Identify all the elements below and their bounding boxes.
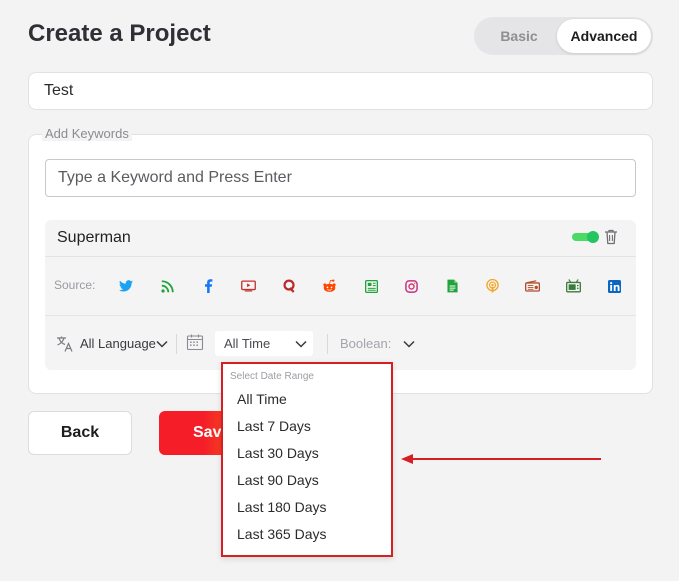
- time-range-value[interactable]: All Time: [224, 336, 270, 351]
- chevron-down-icon[interactable]: [295, 340, 307, 348]
- date-range-option[interactable]: Last 365 Days: [237, 526, 327, 542]
- tv-icon[interactable]: [565, 278, 581, 294]
- date-range-option[interactable]: Last 7 Days: [237, 418, 311, 434]
- mode-toggle[interactable]: Basic Advanced: [474, 17, 653, 55]
- chevron-down-icon[interactable]: [403, 340, 415, 348]
- podcast-icon[interactable]: [484, 278, 500, 294]
- keywords-legend: Add Keywords: [42, 126, 132, 141]
- keyword-name: Superman: [57, 229, 131, 246]
- rss-icon[interactable]: [159, 278, 175, 294]
- back-button[interactable]: Back: [28, 411, 132, 455]
- reddit-icon[interactable]: [321, 278, 337, 294]
- page-title: Create a Project: [28, 20, 211, 47]
- date-range-option[interactable]: All Time: [237, 391, 287, 407]
- linkedin-icon[interactable]: [606, 278, 622, 294]
- facebook-icon[interactable]: [200, 278, 216, 294]
- date-range-option[interactable]: Last 30 Days: [237, 445, 319, 461]
- youtube-icon[interactable]: [240, 278, 256, 294]
- translate-icon: [57, 336, 73, 352]
- filter-separator: [176, 334, 177, 354]
- annotation-arrow-icon: [401, 454, 601, 464]
- trash-icon[interactable]: [604, 229, 618, 245]
- card-divider: [45, 256, 636, 257]
- chevron-down-icon[interactable]: [156, 340, 168, 348]
- filter-separator: [327, 334, 328, 354]
- news-icon[interactable]: [363, 278, 379, 294]
- calendar-icon: [186, 334, 204, 351]
- radio-icon[interactable]: [524, 278, 540, 294]
- boolean-select[interactable]: Boolean:: [340, 336, 391, 351]
- source-label: Source:: [54, 278, 96, 292]
- date-range-option[interactable]: Last 180 Days: [237, 499, 327, 515]
- mode-advanced-option[interactable]: Advanced: [557, 19, 651, 53]
- toggle-knob: [587, 231, 599, 243]
- twitter-icon[interactable]: [118, 278, 134, 294]
- document-icon[interactable]: [444, 278, 460, 294]
- quora-icon[interactable]: [281, 278, 297, 294]
- date-range-option[interactable]: Last 90 Days: [237, 472, 319, 488]
- project-name-input[interactable]: Test: [28, 72, 653, 110]
- mode-basic-option[interactable]: Basic: [474, 17, 564, 55]
- card-divider: [45, 315, 636, 316]
- date-range-header: Select Date Range: [230, 371, 314, 382]
- language-select[interactable]: All Language: [80, 336, 156, 351]
- instagram-icon[interactable]: [403, 278, 419, 294]
- keyword-input[interactable]: Type a Keyword and Press Enter: [45, 159, 636, 197]
- keyword-enabled-toggle[interactable]: [572, 231, 599, 243]
